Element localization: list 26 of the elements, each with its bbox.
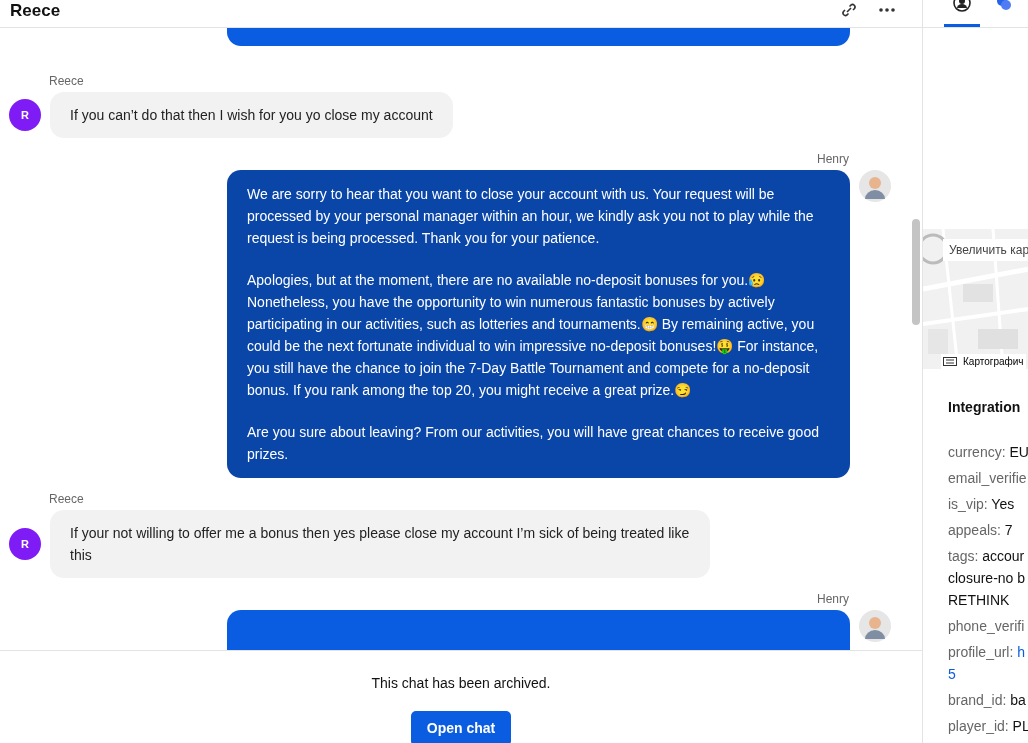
field-link[interactable]: 5 [948, 663, 1028, 685]
field-text: closure-no b [948, 569, 1027, 588]
sender-name: Reece [49, 492, 85, 506]
section-title: Integration [948, 399, 1022, 415]
field-text: currency: EU [948, 443, 1028, 462]
sender-name: Henry [817, 592, 849, 606]
avatar: R [9, 528, 41, 560]
avatar: R [9, 99, 41, 131]
field-link[interactable]: profile_url: h [948, 641, 1028, 663]
sender-name: Reece [49, 74, 85, 88]
message-bubble: If your not willing to offer me a bonus then yes please close my account I’m sick of being treated like this [50, 510, 710, 578]
open-chat-button[interactable]: Open chat [410, 711, 512, 743]
field-text: email_verifie [948, 469, 1028, 488]
field-text: appeals: 7 [948, 521, 1014, 540]
message-bubble: We are sorry to hear that you want to close your account with us. Your request will be processed by your personal manager within an hour, we kindly ask you not to play while the request is being processed. Thank you for your patience. Apologies, but at the moment, there are no available no-deposit bonuses for you.😥 Nonetheless, you have the opportunity to win numerous fantastic bonuses by actively participating in our activities, such as lotteries and tournaments.😁 By remaining active, you could be the next fortunate individual to win impressive no-deposit bonuses!🤑 For instance, you still have the chance to join the 7-Day Battle Tournament and compete for a no-deposit bonus. If you rank among the top 20, you might receive a great prize.😏 Are you sure about leaving? From our activities, you will have great chances to receive good prizes. [227, 170, 850, 478]
sender-name: Henry [817, 152, 849, 166]
field-text: tags: accour [948, 547, 1026, 566]
map-zoom-button[interactable]: Увеличить кар [943, 239, 1028, 261]
field-text: RETHINK [948, 591, 1011, 610]
message-bubble: If you can’t do that then I wish for you yo close my account [50, 92, 453, 138]
field-text: is_vip: Yes [948, 495, 1016, 514]
map-attribution: Картографич [963, 356, 1024, 367]
archived-notice: This chat has been archived. [371, 675, 551, 691]
field-text: brand_id: ba [948, 691, 1027, 710]
field-text: phone_verifi [948, 617, 1026, 636]
chat-title: Reece [10, 1, 61, 22]
